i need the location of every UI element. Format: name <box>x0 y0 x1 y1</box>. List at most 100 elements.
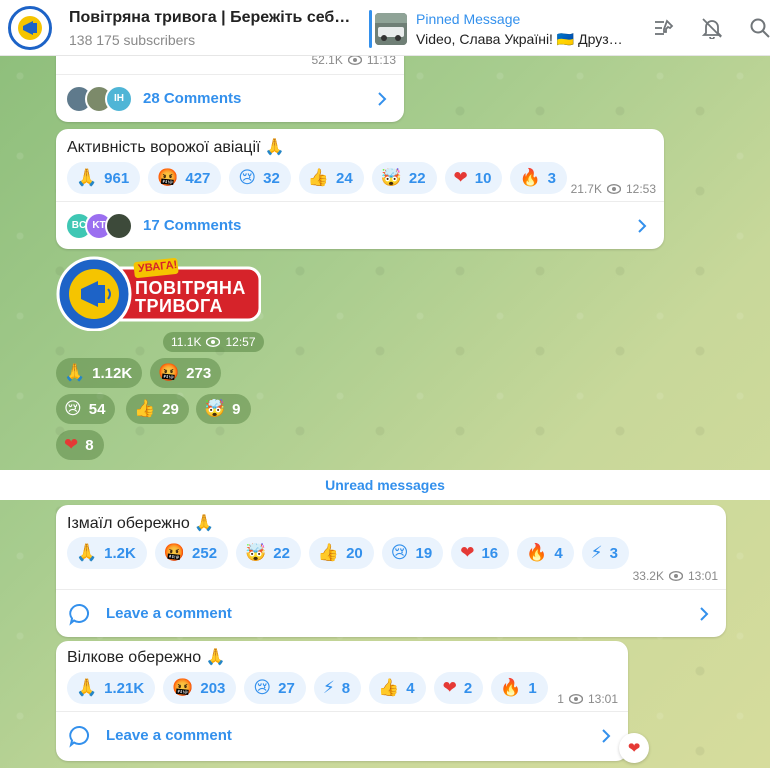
sticker-reaction-cry[interactable]: 😢 54 <box>56 394 116 424</box>
pinned-message-title[interactable]: Pinned Message <box>416 11 520 27</box>
reaction-pray[interactable]: 🙏 1.21K <box>67 672 156 704</box>
reaction-emoji: 😢 <box>238 167 257 188</box>
comments-count[interactable]: 28 Comments <box>143 90 241 107</box>
reaction-count: 9 <box>232 400 241 418</box>
reaction-pray[interactable]: 🙏 1.2K <box>67 537 147 569</box>
sticker-reaction-exploding-head[interactable]: 🤯 9 <box>196 394 251 424</box>
pinned-indicator <box>369 10 372 48</box>
reaction-heart[interactable]: ❤ 10 <box>444 162 503 194</box>
message-text: Вілкове обережно 🙏 <box>67 649 226 666</box>
sticker-reaction-angry[interactable]: 🤬 273 <box>150 358 222 388</box>
reaction-exploding-head[interactable]: 🤯 22 <box>371 162 437 194</box>
reaction-thumbs-up[interactable]: 👍 4 <box>369 672 426 704</box>
eye-icon <box>206 337 221 347</box>
reaction-emoji: 🙏 <box>76 167 98 188</box>
reaction-emoji: 😢 <box>390 542 409 563</box>
reaction-emoji: 😢 <box>64 398 82 419</box>
reaction-emoji: 👍 <box>317 542 340 563</box>
message-text: Ізмаїл обережно 🙏 <box>67 515 215 532</box>
comment-bubble-icon <box>69 603 89 626</box>
reaction-count: 4 <box>406 679 415 697</box>
reaction-fire[interactable]: 🔥 1 <box>491 672 548 704</box>
leave-comment-link[interactable]: Leave a comment <box>56 589 726 637</box>
commenter-avatar: IH <box>105 84 133 113</box>
floating-heart-reaction[interactable]: ❤ <box>619 733 649 763</box>
reaction-cry[interactable]: 😢 32 <box>229 162 291 194</box>
reaction-heart[interactable]: ❤ 16 <box>451 537 510 569</box>
message-meta: 33.2K 13:01 <box>633 569 718 583</box>
reaction-count: 273 <box>186 364 212 382</box>
reaction-emoji: 👍 <box>378 677 400 698</box>
pinned-message-text[interactable]: Video, Слава Україні! 🇺🇦 Друз… <box>416 31 626 48</box>
comments-link[interactable]: IH 28 Comments <box>56 74 404 122</box>
reaction-thumbs-up[interactable]: 👍 24 <box>298 162 364 194</box>
reaction-lightning[interactable]: ⚡ 8 <box>313 672 362 704</box>
reaction-fire[interactable]: 🔥 4 <box>517 537 574 569</box>
alert-sticker[interactable]: УВАГА! ПОВІТРЯНА ТРИВОГА <box>56 256 262 332</box>
reaction-emoji: ❤ <box>460 542 475 563</box>
reaction-count: 961 <box>104 169 130 187</box>
reaction-angry[interactable]: 🤬 252 <box>154 537 229 569</box>
reaction-count: 24 <box>336 169 353 187</box>
view-count: 1 <box>557 692 564 706</box>
reaction-pray[interactable]: 🙏 961 <box>67 162 141 194</box>
reaction-count: 1 <box>528 679 537 697</box>
reaction-count: 22 <box>273 544 290 562</box>
message-bubble: Вілкове обережно 🙏 🙏 1.21K 🤬 203 😢 27 ⚡ 8 👍 4… <box>56 641 628 761</box>
reaction-count: 3 <box>609 544 618 562</box>
reaction-emoji: 🙏 <box>64 362 86 383</box>
reaction-emoji: ❤ <box>453 167 468 188</box>
eye-icon <box>668 571 683 581</box>
commenter-avatars: BC KT <box>65 211 133 240</box>
sticker-meta: 11.1K 12:57 <box>163 332 264 352</box>
reaction-count: 8 <box>85 436 94 454</box>
view-count: 11.1K <box>171 335 202 349</box>
reaction-cry[interactable]: 😢 19 <box>381 537 444 569</box>
reaction-emoji: ⚡ <box>322 677 335 698</box>
reaction-angry[interactable]: 🤬 203 <box>163 672 237 704</box>
reaction-lightning[interactable]: ⚡ 3 <box>581 537 629 569</box>
channel-title[interactable]: Повітряна тривога | Бережіть себ… <box>69 9 359 27</box>
reaction-list: 🙏 1.2K 🤬 252 🤯 22 👍 20 😢 19 ❤ 16 🔥 4 ⚡ 3 <box>67 537 629 569</box>
reaction-emoji: 🙏 <box>76 677 98 698</box>
reaction-count: 4 <box>554 544 563 562</box>
reaction-exploding-head[interactable]: 🤯 22 <box>236 537 301 569</box>
pinned-thumbnail[interactable] <box>375 13 407 45</box>
reaction-count: 22 <box>408 169 426 187</box>
reaction-emoji: ❤ <box>64 434 79 455</box>
mute-bell-icon[interactable] <box>698 14 726 42</box>
reaction-emoji: ⚡ <box>590 542 603 563</box>
reaction-count: 10 <box>474 169 492 187</box>
chevron-right-icon <box>602 729 611 743</box>
leave-comment-link[interactable]: Leave a comment <box>56 711 628 759</box>
reaction-list: 🙏 1.21K 🤬 203 😢 27 ⚡ 8 👍 4 ❤ 2 🔥 1 <box>67 672 548 704</box>
comments-count[interactable]: 17 Comments <box>143 217 241 234</box>
reaction-heart[interactable]: ❤ 2 <box>433 672 484 704</box>
sticker-reaction-pray[interactable]: 🙏 1.12K <box>56 358 143 388</box>
reaction-count: 1.12K <box>92 364 133 382</box>
message-bubble: Ізмаїл обережно 🙏 🙏 1.2K 🤬 252 🤯 22 👍 20 😢 19… <box>56 505 726 637</box>
channel-avatar[interactable] <box>8 6 52 50</box>
leave-comment-label[interactable]: Leave a comment <box>106 605 232 622</box>
search-icon[interactable] <box>746 14 770 42</box>
pin-list-icon[interactable] <box>650 14 678 42</box>
reaction-thumbs-up[interactable]: 👍 20 <box>308 537 374 569</box>
reaction-count: 16 <box>481 544 499 562</box>
comments-link[interactable]: BC KT 17 Comments <box>56 201 664 249</box>
reaction-count: 1.21K <box>104 679 145 697</box>
sticker-line-2: ТРИВОГА <box>135 296 224 316</box>
commenter-avatars: IH <box>65 84 133 113</box>
sticker-reaction-thumbs-up[interactable]: 👍 29 <box>126 394 189 424</box>
reaction-count: 8 <box>341 679 351 697</box>
reaction-fire[interactable]: 🔥 3 <box>510 162 567 194</box>
reaction-cry[interactable]: 😢 27 <box>244 672 306 704</box>
message-time: 12:53 <box>625 182 656 196</box>
chevron-right-icon <box>378 92 387 106</box>
reaction-angry[interactable]: 🤬 427 <box>148 162 222 194</box>
reaction-emoji: 🤬 <box>158 362 180 383</box>
message-text: Активність ворожої авіації 🙏 <box>67 139 285 156</box>
sticker-reaction-heart[interactable]: ❤ 8 <box>56 430 104 460</box>
reaction-count: 32 <box>263 169 280 187</box>
subscriber-count: 138 175 subscribers <box>69 32 196 48</box>
leave-comment-label[interactable]: Leave a comment <box>106 727 232 744</box>
